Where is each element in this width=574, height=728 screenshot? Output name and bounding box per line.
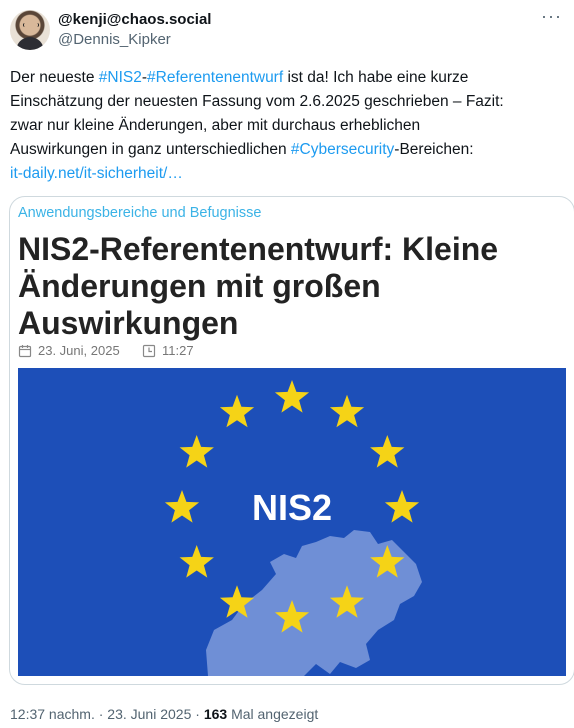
tweet-text-fragment: Auswirkungen in ganz unterschiedlichen: [10, 141, 291, 158]
post-time[interactable]: 12:37 nachm.: [10, 706, 95, 722]
card-title-line: NIS2-Referentenentwurf: Kleine: [18, 231, 499, 267]
card-title-line: Auswirkungen: [18, 305, 239, 341]
card-date-text: 23. Juni, 2025: [38, 343, 120, 358]
avatar[interactable]: [10, 10, 50, 50]
user-handle[interactable]: @Dennis_Kipker: [58, 31, 171, 48]
card-time: 11:27: [142, 343, 194, 358]
ellipsis-icon[interactable]: ···: [541, 6, 562, 27]
tweet-line-2: Einschätzung der neuesten Fassung vom 2.…: [10, 93, 504, 110]
clock-icon: [142, 344, 156, 357]
tweet-line-1: Der neueste #NIS2-#Referentenentwurf ist…: [10, 66, 566, 90]
views-label: Mal angezeigt: [227, 706, 319, 722]
link-preview-card[interactable]: Anwendungsbereiche und Befugnisse NIS2-R…: [9, 196, 574, 685]
post-date[interactable]: 23. Juni 2025: [107, 706, 191, 722]
hashtag-referentenentwurf[interactable]: #Referentenentwurf: [147, 69, 283, 86]
tweet-line-3: zwar nur kleine Änderungen, aber mit dur…: [10, 117, 421, 134]
calendar-icon: [18, 344, 32, 357]
card-time-text: 11:27: [162, 343, 194, 358]
card-title-line: Änderungen mit großen: [18, 268, 381, 304]
eu-nis2-image: NIS2: [18, 368, 566, 676]
card-date: 23. Juni, 2025: [18, 343, 120, 358]
card-category[interactable]: Anwendungsbereiche und Befugnisse: [18, 205, 261, 221]
avatar-shoulders: [16, 37, 44, 50]
nis2-image-label: NIS2: [252, 487, 332, 528]
tweet-text-fragment: -Bereichen:: [394, 141, 474, 158]
tweet-line-4: Auswirkungen in ganz unterschiedlichen #…: [10, 138, 566, 162]
display-name[interactable]: @kenji@chaos.social: [58, 11, 211, 28]
meta-separator: ·: [191, 706, 204, 722]
hashtag-nis2[interactable]: #NIS2: [99, 69, 142, 86]
meta-separator: ·: [94, 706, 108, 722]
view-count: 163: [203, 706, 228, 722]
article-link[interactable]: it-daily.net/it-sicherheit/…: [10, 162, 566, 186]
tweet-text-fragment: Der neueste: [10, 69, 99, 86]
tweet-meta: 12:37 nachm. · 23. Juni 2025 · 163 Mal a…: [10, 706, 318, 722]
avatar-glasses: [23, 23, 39, 27]
tweet-text-fragment: ist da! Ich habe eine kurze: [283, 69, 469, 86]
tweet-text: Der neueste #NIS2-#Referentenentwurf ist…: [10, 66, 566, 186]
card-title[interactable]: NIS2-Referentenentwurf: Kleine Änderunge…: [18, 231, 558, 342]
hashtag-cybersecurity[interactable]: #Cybersecurity: [291, 141, 394, 158]
